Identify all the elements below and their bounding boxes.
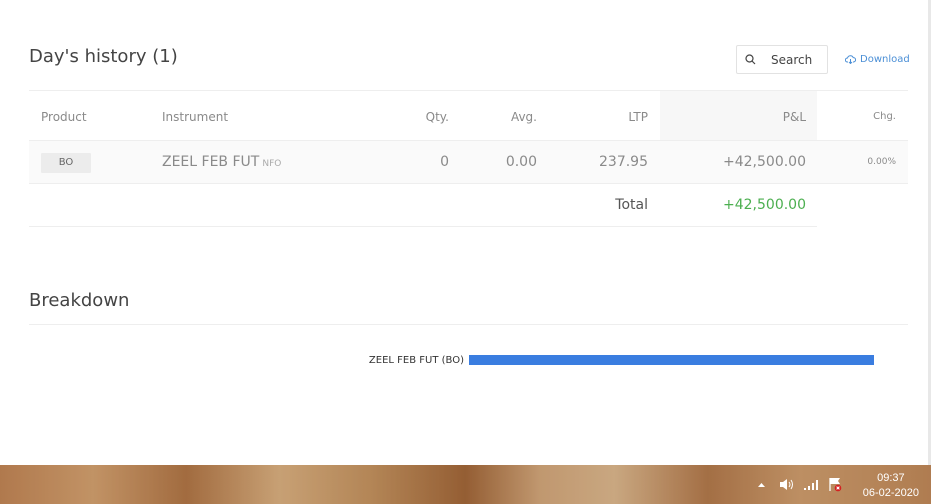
total-value: +42,500.00 — [723, 197, 806, 213]
breakdown-bar-label: ZEEL FEB FUT (BO) — [368, 355, 464, 366]
clock-time: 09:37 — [877, 472, 905, 484]
breakdown-bar[interactable] — [469, 355, 874, 365]
pnl-cell: +42,500.00 — [723, 154, 806, 170]
search-box[interactable]: Search — [736, 45, 828, 74]
instrument-cell: ZEEL FEB FUT NFO — [162, 154, 281, 170]
exchange-label: NFO — [262, 159, 282, 169]
day-history-page: Day's history (1) Search Download Produc… — [0, 0, 931, 465]
cloud-download-icon — [845, 55, 856, 64]
action-center-button[interactable] — [828, 465, 842, 504]
column-header-qty[interactable]: Qty. — [400, 110, 449, 124]
search-icon — [745, 54, 756, 65]
windows-taskbar: 09:37 06-02-2020 — [0, 465, 931, 504]
show-hidden-icons-button[interactable] — [757, 465, 766, 504]
download-link[interactable]: Download — [845, 54, 910, 65]
breakdown-divider — [29, 324, 908, 325]
column-header-ltp[interactable]: LTP — [590, 110, 648, 124]
page-title: Day's history (1) — [29, 46, 178, 67]
column-header-product[interactable]: Product — [41, 110, 87, 124]
download-label[interactable]: Download — [860, 54, 910, 65]
network-button[interactable] — [803, 465, 819, 504]
search-input[interactable]: Search — [771, 53, 812, 67]
column-header-avg[interactable]: Avg. — [480, 110, 537, 124]
action-center-flag-icon — [829, 478, 842, 492]
avg-cell: 0.00 — [505, 154, 537, 170]
system-clock[interactable]: 09:37 06-02-2020 — [863, 471, 919, 501]
volume-button[interactable] — [779, 465, 795, 504]
qty-cell: 0 — [440, 154, 449, 170]
table-bottom-divider — [29, 226, 817, 227]
product-badge: BO — [41, 153, 91, 173]
column-header-instrument[interactable]: Instrument — [162, 110, 228, 124]
clock-date: 06-02-2020 — [862, 487, 919, 499]
instrument-name: ZEEL FEB FUT — [162, 154, 260, 170]
chg-cell: 0.00% — [867, 157, 896, 167]
breakdown-title: Breakdown — [29, 290, 130, 311]
ltp-cell: 237.95 — [599, 154, 648, 170]
table-row-divider — [29, 183, 908, 184]
column-header-chg[interactable]: Chg. — [850, 111, 896, 122]
column-header-pnl[interactable]: P&L — [740, 110, 806, 124]
chevron-up-icon — [758, 482, 765, 487]
volume-icon — [780, 479, 793, 490]
total-label: Total — [615, 197, 648, 213]
network-signal-icon — [804, 479, 818, 490]
